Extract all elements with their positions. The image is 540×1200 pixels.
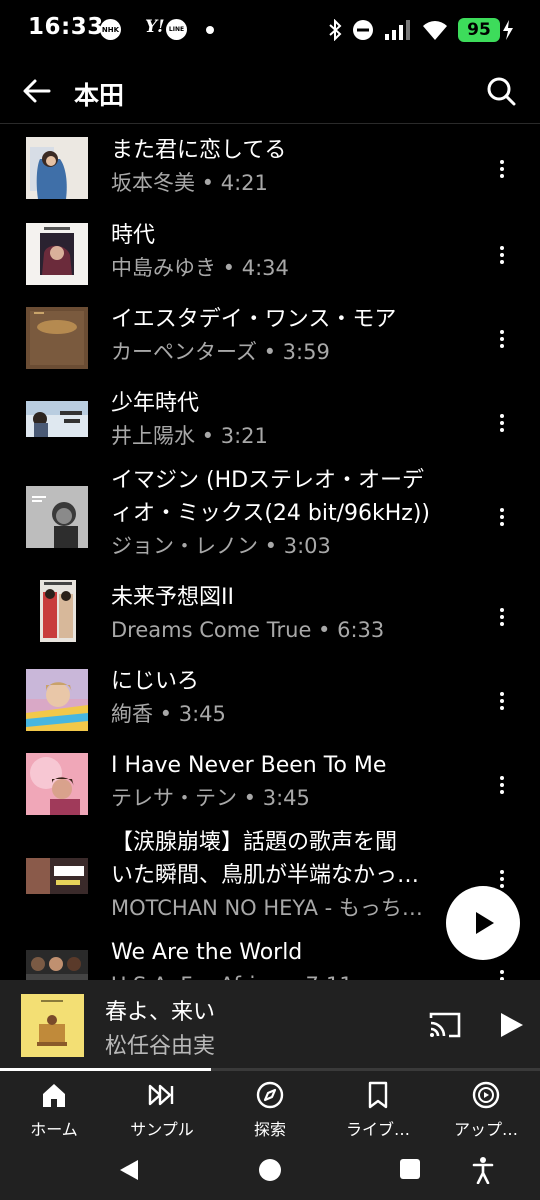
song-row[interactable]: イエスタデイ・ワンス・モア カーペンターズ • 3:59	[0, 296, 540, 380]
home-circle-icon[interactable]	[258, 1158, 282, 1182]
song-subtitle: MOTCHAN NO HEYA - もっち…	[111, 896, 423, 920]
song-title: イマジン (HDステレオ・オーデ ィオ・ミックス(24 bit/96kHz))	[111, 468, 431, 526]
charging-bolt-icon	[503, 20, 513, 40]
bluetooth-icon	[329, 19, 342, 41]
battery-level: 95	[467, 20, 491, 40]
signal-icon	[385, 20, 410, 40]
nav-upgrade[interactable]: アップ…	[432, 1072, 540, 1146]
page-title: 本田	[74, 81, 125, 110]
play-icon[interactable]	[496, 1010, 526, 1040]
song-list: また君に恋してる 坂本冬美 • 4:21 時代 中島みゆき • 4:34 イエス…	[0, 124, 540, 980]
nav-label: 探索	[253, 1120, 286, 1139]
song-title: また君に恋してる	[111, 138, 287, 163]
more-options-icon[interactable]	[492, 962, 512, 980]
nav-explore[interactable]: 探索	[216, 1072, 324, 1146]
song-subtitle: 井上陽水 • 3:21	[111, 424, 268, 448]
song-subtitle: 坂本冬美 • 4:21	[111, 171, 268, 195]
album-art	[26, 223, 88, 285]
play-all-button[interactable]	[446, 886, 520, 960]
nhk-icon: NHK	[100, 19, 121, 40]
album-art	[26, 669, 88, 731]
back-triangle-icon[interactable]	[118, 1158, 140, 1182]
album-art	[26, 753, 88, 815]
recents-square-icon[interactable]	[399, 1158, 421, 1180]
album-art	[26, 307, 88, 369]
song-subtitle: テレサ・テン • 3:45	[111, 786, 310, 810]
more-options-icon[interactable]	[492, 406, 512, 440]
more-options-icon[interactable]	[492, 238, 512, 272]
do-not-disturb-icon	[353, 20, 373, 40]
upgrade-icon	[472, 1081, 500, 1109]
status-right-cluster: 95	[328, 14, 514, 46]
wifi-icon	[423, 21, 447, 40]
song-row[interactable]: イマジン (HDステレオ・オーデ ィオ・ミックス(24 bit/96kHz)) …	[0, 464, 540, 574]
song-subtitle: Dreams Come True • 6:33	[111, 618, 385, 642]
app-header: 本田	[0, 60, 540, 124]
system-navigation-bar	[0, 1146, 540, 1200]
yahoo-icon: Y!	[145, 17, 165, 37]
song-title: にじいろ	[111, 669, 200, 694]
song-title: I Have Never Been To Me	[111, 753, 387, 778]
status-bar: 16:33 NHK Y! LINE 95	[0, 0, 540, 60]
song-title: 少年時代	[111, 391, 200, 416]
album-art	[26, 950, 88, 980]
song-title: We Are the World	[111, 940, 303, 965]
song-row[interactable]: 未来予想図II Dreams Come True • 6:33	[0, 574, 540, 658]
play-icon	[476, 912, 494, 934]
more-options-icon[interactable]	[492, 500, 512, 534]
mini-player-title: 春よ、来い	[105, 1000, 216, 1025]
bottom-navigation: ホーム サンプル 探索 ライブ… アップ…	[0, 1072, 540, 1146]
album-art	[26, 858, 88, 894]
playback-progress-bar[interactable]	[0, 1068, 540, 1071]
accessibility-icon[interactable]	[472, 1156, 494, 1184]
song-subtitle: カーペンターズ • 3:59	[111, 340, 330, 364]
song-title: 未来予想図II	[111, 585, 234, 610]
battery-charging-icon: 95	[458, 18, 500, 42]
nav-label: ライブ…	[345, 1120, 410, 1139]
more-options-icon[interactable]	[492, 600, 512, 634]
playback-progress-fill	[0, 1068, 211, 1071]
song-row[interactable]: 時代 中島みゆき • 4:34	[0, 212, 540, 296]
status-time: 16:33	[28, 14, 104, 40]
song-title: イエスタデイ・ワンス・モア	[111, 307, 397, 332]
line-icon: LINE	[166, 19, 187, 40]
compass-icon	[256, 1081, 284, 1109]
song-title: 時代	[111, 223, 156, 248]
home-icon	[43, 1084, 65, 1107]
more-options-icon[interactable]	[492, 152, 512, 186]
mini-player-album-art	[21, 994, 84, 1057]
album-art	[26, 137, 88, 199]
mini-player-artist: 松任谷由実	[105, 1034, 216, 1059]
more-options-icon[interactable]	[492, 768, 512, 802]
nav-home[interactable]: ホーム	[0, 1072, 108, 1146]
nav-library[interactable]: ライブ…	[324, 1072, 432, 1146]
album-art	[40, 580, 76, 642]
notification-dot	[206, 26, 214, 34]
samples-icon	[148, 1084, 174, 1106]
song-subtitle: 絢香 • 3:45	[111, 702, 226, 726]
song-row[interactable]: にじいろ 絢香 • 3:45	[0, 658, 540, 742]
nav-label: アップ…	[453, 1120, 518, 1139]
song-row[interactable]: また君に恋してる 坂本冬美 • 4:21	[0, 124, 540, 212]
arrow-left-icon[interactable]	[20, 74, 54, 108]
album-art	[26, 486, 88, 548]
nav-samples[interactable]: サンプル	[108, 1072, 216, 1146]
nav-label: サンプル	[130, 1120, 194, 1139]
song-subtitle: ジョン・レノン • 3:03	[111, 534, 331, 558]
song-row[interactable]: I Have Never Been To Me テレサ・テン • 3:45	[0, 742, 540, 826]
song-row[interactable]: 少年時代 井上陽水 • 3:21	[0, 380, 540, 464]
more-options-icon[interactable]	[492, 322, 512, 356]
song-title: 【涙腺崩壊】話題の歌声を聞 いた瞬間、鳥肌が半端なかっ…	[111, 830, 420, 888]
more-options-icon[interactable]	[492, 684, 512, 718]
song-subtitle: 中島みゆき • 4:34	[111, 256, 289, 280]
bookmark-icon	[368, 1081, 388, 1109]
cast-icon[interactable]	[428, 1010, 462, 1040]
nav-label: ホーム	[30, 1120, 78, 1139]
search-icon[interactable]	[484, 74, 518, 108]
song-subtitle: U.S.A. For Africa • 7:11	[111, 969, 461, 980]
mini-player[interactable]: 春よ、来い 松任谷由実	[0, 980, 540, 1072]
album-art	[26, 401, 88, 437]
